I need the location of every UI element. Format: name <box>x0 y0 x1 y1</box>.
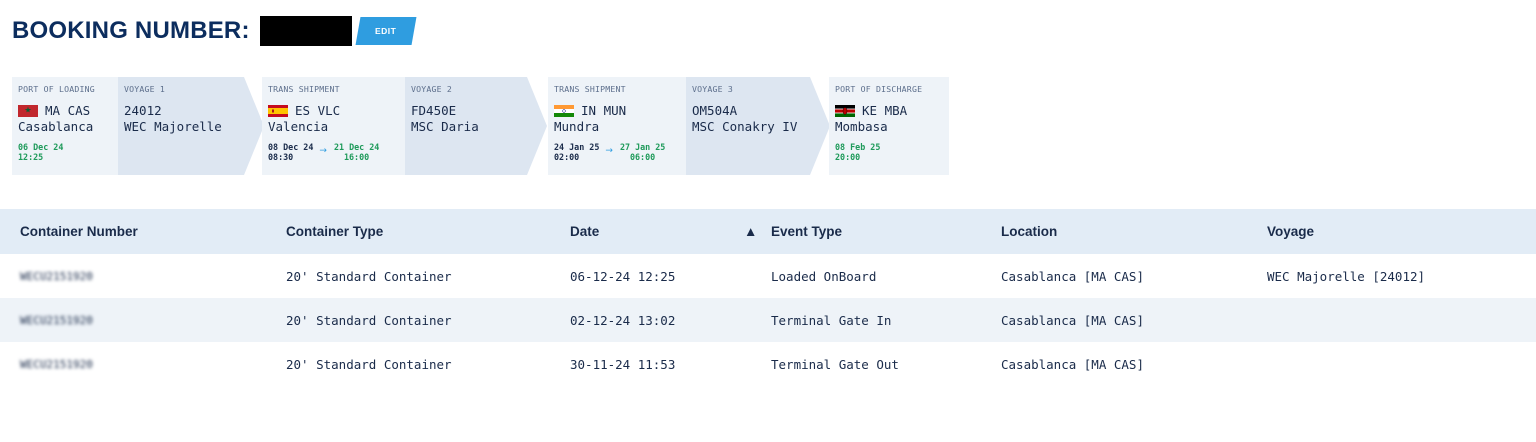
departure-date: 06 Dec 24 12:25 <box>18 142 64 162</box>
column-header-event-type[interactable]: Event Type <box>771 224 842 239</box>
voyage-number: OM504A <box>692 103 738 118</box>
column-header-container-type[interactable]: Container Type <box>286 224 383 239</box>
vessel-name: MSC Daria <box>411 119 479 134</box>
transshipment-card-1: TRANS SHIPMENT ES VLC Valencia 08 Dec 24… <box>262 77 405 175</box>
kenya-flag-icon <box>835 104 855 117</box>
port-city: Mundra <box>554 119 600 134</box>
table-header: Container Number Container Type Date ▲ E… <box>0 209 1536 254</box>
event-type: Terminal Gate Out <box>771 356 899 372</box>
vessel-name: MSC Conakry IV <box>692 119 798 134</box>
arrival-departure: 24 Jan 25 02:00 → 27 Jan 25 06:00 <box>554 142 666 162</box>
voyage-label: VOYAGE 3 <box>692 84 734 94</box>
voyage-label: VOYAGE 2 <box>411 84 453 94</box>
column-header-voyage[interactable]: Voyage <box>1267 224 1314 239</box>
port-label: TRANS SHIPMENT <box>268 84 340 94</box>
morocco-flag-icon <box>18 104 38 117</box>
container-number: WECU2151920 <box>20 357 93 371</box>
port-label: TRANS SHIPMENT <box>554 84 626 94</box>
column-header-location[interactable]: Location <box>1001 224 1057 239</box>
event-voyage: WEC Majorelle [24012] <box>1267 268 1426 284</box>
india-flag-icon <box>554 104 574 117</box>
sort-ascending-icon[interactable]: ▲ <box>744 224 757 239</box>
arrow-right-icon: → <box>605 146 613 156</box>
route-chevron <box>810 77 830 175</box>
port-label: PORT OF LOADING <box>18 84 95 94</box>
container-type: 20' Standard Container <box>286 312 452 328</box>
port-of-discharge-card: PORT OF DISCHARGE KE MBA Mombasa 08 Feb … <box>829 77 949 175</box>
route-chevron <box>244 77 264 175</box>
voyage-3-card: VOYAGE 3 OM504A MSC Conakry IV <box>686 77 810 175</box>
port-code: KE MBA <box>862 103 908 118</box>
event-location: Casablanca [MA CAS] <box>1001 268 1144 284</box>
port-of-loading-card: PORT OF LOADING MA CAS Casablanca 06 Dec… <box>12 77 118 175</box>
booking-number-redacted <box>259 16 352 46</box>
port-label: PORT OF DISCHARGE <box>835 84 923 94</box>
event-date: 30-11-24 11:53 <box>570 356 676 372</box>
route-chevron <box>527 77 547 175</box>
table-row: WECU2151920 20' Standard Container 30-11… <box>0 342 1536 386</box>
arrow-right-icon: → <box>319 146 327 156</box>
column-header-date[interactable]: Date <box>570 224 599 239</box>
port-city: Mombasa <box>835 119 888 134</box>
table-row: WECU2151920 20' Standard Container 06-12… <box>0 254 1536 298</box>
table-row: WECU2151920 20' Standard Container 02-12… <box>0 298 1536 342</box>
port-code: MA CAS <box>45 103 91 118</box>
event-date: 02-12-24 13:02 <box>570 312 676 328</box>
arrival-departure: 08 Dec 24 08:30 → 21 Dec 24 16:00 <box>268 142 380 162</box>
container-type: 20' Standard Container <box>286 268 452 284</box>
voyage-number: 24012 <box>124 103 162 118</box>
container-number: WECU2151920 <box>20 313 93 327</box>
edit-button[interactable]: EDIT <box>355 17 417 45</box>
voyage-number: FD450E <box>411 103 457 118</box>
container-number: WECU2151920 <box>20 269 93 283</box>
event-type: Loaded OnBoard <box>771 268 877 284</box>
container-type: 20' Standard Container <box>286 356 452 372</box>
column-header-container-number[interactable]: Container Number <box>20 224 138 239</box>
transshipment-card-2: TRANS SHIPMENT IN MUN Mundra 24 Jan 25 02… <box>548 77 686 175</box>
voyage-2-card: VOYAGE 2 FD450E MSC Daria <box>405 77 527 175</box>
event-date: 06-12-24 12:25 <box>570 268 676 284</box>
voyage-1-card: VOYAGE 1 24012 WEC Majorelle <box>118 77 244 175</box>
port-code: ES VLC <box>295 103 341 118</box>
vessel-name: WEC Majorelle <box>124 119 222 134</box>
event-type: Terminal Gate In <box>771 312 892 328</box>
page-title: BOOKING NUMBER: <box>12 17 250 44</box>
spain-flag-icon <box>268 104 288 117</box>
arrival-date: 08 Feb 25 20:00 <box>835 142 881 162</box>
port-city: Valencia <box>268 119 329 134</box>
event-location: Casablanca [MA CAS] <box>1001 312 1144 328</box>
events-table: Container Number Container Type Date ▲ E… <box>0 209 1536 386</box>
edit-button-label: EDIT <box>374 26 397 36</box>
port-code: IN MUN <box>581 103 627 118</box>
port-city: Casablanca <box>18 119 94 134</box>
event-location: Casablanca [MA CAS] <box>1001 356 1144 372</box>
voyage-label: VOYAGE 1 <box>124 84 166 94</box>
booking-header: BOOKING NUMBER: EDIT <box>12 14 417 48</box>
